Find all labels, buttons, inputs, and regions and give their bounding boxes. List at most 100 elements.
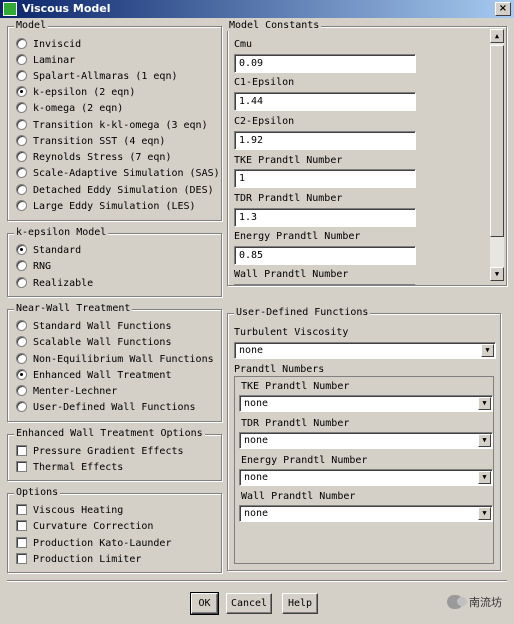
near-wall-option-user-defined[interactable]: User-Defined Wall Functions <box>16 401 196 415</box>
prandtl-numbers-label: Prandtl Numbers <box>234 364 325 375</box>
wall-prandtl-input[interactable] <box>234 284 416 285</box>
checkbox-icon[interactable] <box>16 553 27 564</box>
radio-icon[interactable] <box>16 401 27 412</box>
near-wall-option-standard[interactable]: Standard Wall Functions <box>16 320 171 334</box>
k-epsilon-option-rng[interactable]: RNG <box>16 260 51 274</box>
viscous-heating-checkbox[interactable]: Viscous Heating <box>16 504 123 518</box>
udf-tke-prandtl-dropdown[interactable]: none ▼ <box>239 395 493 412</box>
model-group: Model Inviscid Laminar Spalart-Allmaras … <box>7 20 222 221</box>
scroll-up-icon[interactable]: ▲ <box>490 29 504 43</box>
radio-icon[interactable] <box>16 184 27 195</box>
chevron-down-icon[interactable]: ▼ <box>478 434 491 447</box>
help-button[interactable]: Help <box>282 593 318 614</box>
chevron-down-icon[interactable]: ▼ <box>478 471 491 484</box>
near-wall-option-non-equilibrium[interactable]: Non-Equilibrium Wall Functions <box>16 353 214 367</box>
radio-icon[interactable] <box>16 167 27 178</box>
radio-icon[interactable] <box>16 385 27 396</box>
thermal-effects-checkbox[interactable]: Thermal Effects <box>16 461 123 475</box>
radio-icon[interactable] <box>16 200 27 211</box>
k-epsilon-option-realizable[interactable]: Realizable <box>16 277 93 291</box>
chevron-down-icon[interactable]: ▼ <box>478 397 491 410</box>
radio-icon[interactable] <box>16 119 27 130</box>
c1-epsilon-label: C1-Epsilon <box>234 77 295 88</box>
cmu-input[interactable]: 0.09 <box>234 54 416 73</box>
radio-icon[interactable] <box>16 135 27 146</box>
energy-prandtl-input[interactable]: 0.85 <box>234 246 416 265</box>
model-option-laminar[interactable]: Laminar <box>16 54 75 68</box>
energy-prandtl-label: Energy Prandtl Number <box>234 231 361 242</box>
c1-epsilon-input[interactable]: 1.44 <box>234 92 416 111</box>
production-limiter-checkbox[interactable]: Production Limiter <box>16 553 141 567</box>
near-wall-option-enhanced[interactable]: Enhanced Wall Treatment <box>16 369 171 383</box>
radio-selected-icon[interactable] <box>16 369 27 380</box>
c2-epsilon-input[interactable]: 1.92 <box>234 131 416 150</box>
tke-prandtl-label: TKE Prandtl Number <box>234 155 343 166</box>
prandtl-numbers-group: TKE Prandtl Number none ▼ TDR Prandtl Nu… <box>234 376 494 564</box>
radio-icon[interactable] <box>16 38 27 49</box>
udf-tdr-prandtl-dropdown[interactable]: none ▼ <box>239 432 493 449</box>
radio-selected-icon[interactable] <box>16 86 27 97</box>
model-constants-scrollbar[interactable]: ▲ ▼ <box>490 29 504 281</box>
radio-icon[interactable] <box>16 102 27 113</box>
tdr-prandtl-input[interactable]: 1.3 <box>234 208 416 227</box>
scroll-thumb[interactable] <box>490 45 504 237</box>
near-wall-legend: Near-Wall Treatment <box>14 303 133 314</box>
radio-icon[interactable] <box>16 353 27 364</box>
tke-prandtl-input[interactable]: 1 <box>234 169 416 188</box>
near-wall-option-scalable[interactable]: Scalable Wall Functions <box>16 336 171 350</box>
radio-icon[interactable] <box>16 277 27 288</box>
tdr-prandtl-label: TDR Prandtl Number <box>234 193 343 204</box>
radio-selected-icon[interactable] <box>16 244 27 255</box>
radio-icon[interactable] <box>16 54 27 65</box>
pressure-gradient-effects-checkbox[interactable]: Pressure Gradient Effects <box>16 445 184 459</box>
near-wall-option-menter-lechner[interactable]: Menter-Lechner <box>16 385 117 399</box>
model-option-les[interactable]: Large Eddy Simulation (LES) <box>16 200 196 214</box>
cancel-button[interactable]: Cancel <box>226 593 272 614</box>
model-option-spalart-allmaras[interactable]: Spalart-Allmaras (1 eqn) <box>16 70 178 84</box>
turbulent-viscosity-value: none <box>239 345 264 356</box>
radio-icon[interactable] <box>16 151 27 162</box>
curvature-correction-checkbox[interactable]: Curvature Correction <box>16 520 153 534</box>
radio-icon[interactable] <box>16 336 27 347</box>
separator <box>7 580 507 582</box>
k-epsilon-legend: k-epsilon Model <box>14 227 109 238</box>
options-group: Options Viscous Heating Curvature Correc… <box>7 487 222 573</box>
model-option-k-omega[interactable]: k-omega (2 eqn) <box>16 102 123 116</box>
model-option-k-epsilon[interactable]: k-epsilon (2 eqn) <box>16 86 135 100</box>
k-epsilon-model-group: k-epsilon Model Standard RNG Realizable <box>7 227 222 297</box>
cmu-label: Cmu <box>234 39 253 50</box>
udf-energy-prandtl-dropdown[interactable]: none ▼ <box>239 469 493 486</box>
title-bar: Viscous Model × <box>0 0 514 18</box>
checkbox-icon[interactable] <box>16 520 27 531</box>
radio-icon[interactable] <box>16 260 27 271</box>
scroll-down-icon[interactable]: ▼ <box>490 267 504 281</box>
model-option-transition-sst[interactable]: Transition SST (4 eqn) <box>16 135 165 149</box>
watermark: 南流坊 <box>447 594 502 610</box>
production-kato-launder-checkbox[interactable]: Production Kato-Launder <box>16 537 171 551</box>
radio-icon[interactable] <box>16 320 27 331</box>
checkbox-icon[interactable] <box>16 461 27 472</box>
checkbox-icon[interactable] <box>16 504 27 515</box>
model-option-des[interactable]: Detached Eddy Simulation (DES) <box>16 184 214 198</box>
chevron-down-icon[interactable]: ▼ <box>478 507 491 520</box>
wall-prandtl-label: Wall Prandtl Number <box>234 269 349 280</box>
k-epsilon-option-standard[interactable]: Standard <box>16 244 81 258</box>
turbulent-viscosity-dropdown[interactable]: none ▼ <box>234 342 496 359</box>
close-button[interactable]: × <box>495 2 511 16</box>
ok-button[interactable]: OK <box>190 592 219 615</box>
checkbox-icon[interactable] <box>16 445 27 456</box>
near-wall-treatment-group: Near-Wall Treatment Standard Wall Functi… <box>7 303 222 422</box>
udf-wall-prandtl-dropdown[interactable]: none ▼ <box>239 505 493 522</box>
model-constants-group: Model Constants Cmu 0.09 C1-Epsilon 1.44… <box>227 20 507 286</box>
udf-wall-prandtl-label: Wall Prandtl Number <box>241 491 356 502</box>
chevron-down-icon[interactable]: ▼ <box>481 344 494 357</box>
options-legend: Options <box>14 487 61 498</box>
model-option-inviscid[interactable]: Inviscid <box>16 38 81 52</box>
model-option-transition-k-kl-omega[interactable]: Transition k-kl-omega (3 eqn) <box>16 119 208 133</box>
radio-icon[interactable] <box>16 70 27 81</box>
model-option-reynolds-stress[interactable]: Reynolds Stress (7 eqn) <box>16 151 171 165</box>
wechat-icon <box>447 595 467 609</box>
udf-tke-prandtl-label: TKE Prandtl Number <box>241 381 350 392</box>
checkbox-icon[interactable] <box>16 537 27 548</box>
model-option-sas[interactable]: Scale-Adaptive Simulation (SAS) <box>16 167 220 181</box>
